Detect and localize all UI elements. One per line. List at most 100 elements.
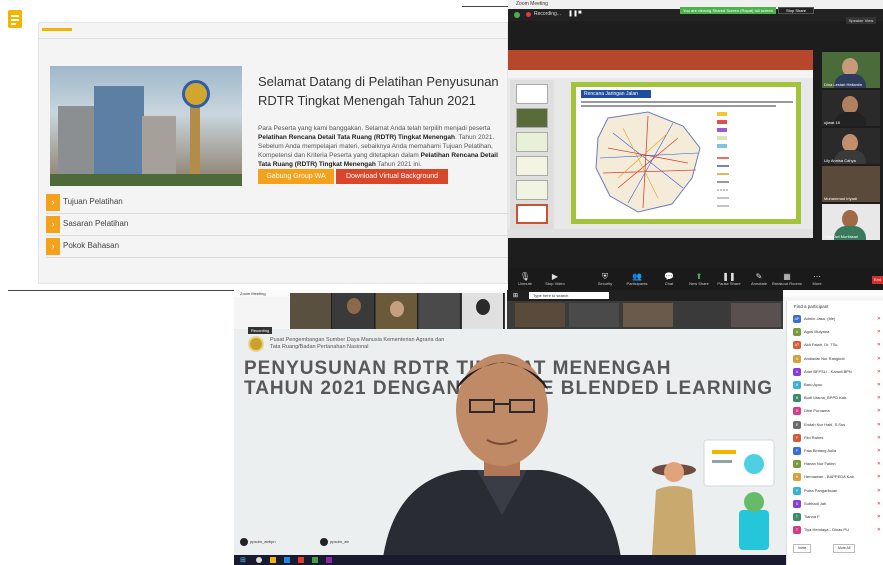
participant-row[interactable]: H Hermawan - BAPPEDA Kab. ✕ bbox=[793, 472, 881, 482]
avatar: D bbox=[793, 407, 801, 416]
microphone-muted-icon[interactable]: ✕ bbox=[877, 342, 881, 348]
slide-thumbnail[interactable] bbox=[516, 156, 548, 176]
video-thumbnail[interactable] bbox=[376, 293, 418, 329]
microphone-muted-icon[interactable]: ✕ bbox=[877, 408, 881, 414]
accordion-divider bbox=[46, 213, 508, 214]
participant-row[interactable]: A Andiadar Nur Rangkuti ✕ bbox=[793, 354, 881, 364]
participant-row[interactable]: B Baru Ayuu ✕ bbox=[793, 380, 881, 390]
slide-thumbnails[interactable] bbox=[510, 80, 554, 230]
video-tile[interactable]: Dina Lestari Heliantin bbox=[822, 52, 880, 88]
mute-all-button[interactable]: Mute All bbox=[833, 544, 856, 553]
end-meeting-button[interactable]: End bbox=[872, 276, 883, 284]
file-explorer-icon[interactable] bbox=[270, 557, 276, 563]
record-dot-icon bbox=[526, 12, 531, 17]
participant-row[interactable]: T Tianna F ✕ bbox=[793, 512, 881, 522]
powerpoint-ribbon[interactable] bbox=[508, 50, 813, 70]
microphone-muted-icon[interactable]: ✕ bbox=[877, 488, 881, 494]
microphone-muted-icon[interactable]: ✕ bbox=[877, 382, 881, 388]
more-button[interactable]: ⋯ More bbox=[802, 272, 832, 286]
microphone-muted-icon[interactable]: ✕ bbox=[877, 514, 881, 520]
slide-thumbnail[interactable] bbox=[516, 108, 548, 128]
participant-row[interactable]: P Putra Pangaribuan ✕ bbox=[793, 486, 881, 496]
accordion-pokok-bahasan[interactable]: › Pokok Bahasan bbox=[46, 238, 508, 256]
participant-row[interactable]: AP Admin Jasa, (Me) ✕ bbox=[793, 314, 881, 324]
video-thumbnail[interactable] bbox=[419, 293, 461, 329]
video-thumbnail[interactable] bbox=[462, 293, 504, 329]
unmute-button[interactable]: 🎙 Unmute bbox=[510, 272, 540, 286]
video-thumbnail[interactable] bbox=[290, 293, 332, 329]
chat-button[interactable]: 💬 Chat bbox=[654, 272, 684, 286]
document-icon[interactable] bbox=[8, 10, 22, 28]
video-tile[interactable]: Lily Annisa Cahya bbox=[822, 128, 880, 164]
slide-thumbnail[interactable] bbox=[516, 84, 548, 104]
security-button[interactable]: ⛨ Security bbox=[590, 272, 620, 286]
search-icon[interactable] bbox=[256, 557, 262, 563]
share-screen-icon: ⬆ bbox=[695, 272, 703, 281]
video-tile[interactable]: Muhammad Iriyadi bbox=[822, 166, 880, 202]
lms-panel: Selamat Datang di Pelatihan Penyusunan R… bbox=[0, 0, 508, 290]
participant-thumbnail-strip bbox=[290, 293, 505, 329]
welcome-paragraph: Para Peserta yang kami banggakan. Selama… bbox=[258, 125, 498, 168]
zoom-app-icon[interactable] bbox=[284, 557, 290, 563]
app-icon[interactable] bbox=[326, 557, 332, 563]
pause-icon: ❚❚ bbox=[722, 272, 736, 281]
microphone-muted-icon[interactable]: ✕ bbox=[877, 474, 881, 480]
microphone-muted-icon[interactable]: ✕ bbox=[877, 527, 881, 533]
participant-name: Tiya Hendaya - Dinas PU bbox=[804, 527, 849, 533]
slide-thumbnail[interactable] bbox=[516, 132, 548, 152]
app-icon[interactable] bbox=[298, 557, 304, 563]
accordion-tujuan-pelatihan[interactable]: › Tujuan Pelatihan bbox=[46, 194, 508, 212]
annotate-button[interactable]: ✎ Annotate bbox=[744, 272, 774, 286]
invite-button[interactable]: Invite bbox=[793, 544, 812, 553]
participant-name: Hanan Nur Fakhri bbox=[804, 461, 836, 467]
participant-row[interactable]: B Budi Utama_BPPD Kab. ✕ bbox=[793, 393, 881, 403]
microphone-muted-icon[interactable]: ✕ bbox=[877, 448, 881, 454]
microphone-muted-icon[interactable]: ✕ bbox=[877, 461, 881, 467]
accordion-sasaran-pelatihan[interactable]: › Sasaran Pelatihan bbox=[46, 216, 508, 234]
microphone-muted-icon[interactable]: ✕ bbox=[877, 329, 881, 335]
microphone-muted-icon[interactable]: ✕ bbox=[877, 501, 881, 507]
video-tile[interactable]: Yula Dwi Murtiasari bbox=[822, 204, 880, 240]
participant-row[interactable]: A Agus Mulyana ✕ bbox=[793, 327, 881, 337]
microphone-muted-icon[interactable]: ✕ bbox=[877, 422, 881, 428]
windows-start-icon[interactable]: ⊞ bbox=[513, 292, 518, 299]
pause-share-button[interactable]: ❚❚ Pause Share bbox=[714, 272, 744, 286]
breakout-rooms-button[interactable]: ▦ Breakout Rooms bbox=[772, 272, 802, 286]
slide-thumbnail[interactable] bbox=[516, 180, 548, 200]
microphone-muted-icon[interactable]: ✕ bbox=[877, 369, 881, 375]
participant-row[interactable]: F Fitri Rahmi ✕ bbox=[793, 433, 881, 443]
find-participant-input[interactable]: Find a participant bbox=[794, 304, 829, 309]
stop-video-button[interactable]: ▶ Stop Video bbox=[540, 272, 570, 286]
microphone-muted-icon[interactable]: ✕ bbox=[877, 356, 881, 362]
video-tile[interactable]: ujiwat 18 bbox=[822, 90, 880, 126]
more-icon: ⋯ bbox=[813, 272, 821, 281]
chevron-right-icon: › bbox=[46, 194, 60, 211]
chat-icon: 💬 bbox=[664, 272, 674, 281]
pause-recording-icon[interactable]: ❚❚ bbox=[568, 10, 578, 17]
microphone-muted-icon[interactable]: ✕ bbox=[877, 395, 881, 401]
search-input[interactable]: Type here to search bbox=[529, 292, 609, 299]
participant-row[interactable]: E Endah Nur Haiti, S.Sos ✕ bbox=[793, 420, 881, 430]
microphone-muted-icon[interactable]: ✕ bbox=[877, 435, 881, 441]
app-icon[interactable] bbox=[312, 557, 318, 563]
windows-start-icon[interactable]: ⊞ bbox=[240, 556, 246, 564]
download-virtual-background-button[interactable]: Download Virtual Background bbox=[336, 169, 448, 184]
video-thumbnail[interactable] bbox=[333, 293, 375, 329]
new-share-button[interactable]: ⬆ New Share bbox=[684, 272, 714, 286]
speaker-view-button[interactable]: Speaker View bbox=[846, 17, 876, 24]
participant-row[interactable]: T Tiya Hendaya - Dinas PU ✕ bbox=[793, 525, 881, 535]
participant-row[interactable]: F Faia Bintang Aulia ✕ bbox=[793, 446, 881, 456]
participant-row[interactable]: H Hanan Nur Fakhri ✕ bbox=[793, 459, 881, 469]
join-wa-group-button[interactable]: Gabung Group WA bbox=[258, 169, 334, 184]
microphone-muted-icon[interactable]: ✕ bbox=[877, 316, 881, 322]
participant-row[interactable]: S Subhadi Jati ✕ bbox=[793, 499, 881, 509]
stop-share-button[interactable]: Stop Share bbox=[778, 7, 814, 14]
slide-thumbnail-active[interactable] bbox=[516, 204, 548, 224]
powerpoint-toolbar[interactable] bbox=[508, 70, 813, 78]
participants-button[interactable]: 👥 Participants bbox=[622, 272, 652, 286]
participant-row[interactable]: A Arief BFPSLI - Kanwil BPN ✕ bbox=[793, 367, 881, 377]
participant-row[interactable]: D Dhie Purnama ✕ bbox=[793, 406, 881, 416]
recording-indicator: Recording bbox=[248, 327, 273, 334]
participant-row[interactable]: AT Aldi Fatah, Dr. TSc ✕ bbox=[793, 340, 881, 350]
stop-recording-icon[interactable]: ■ bbox=[578, 10, 582, 16]
